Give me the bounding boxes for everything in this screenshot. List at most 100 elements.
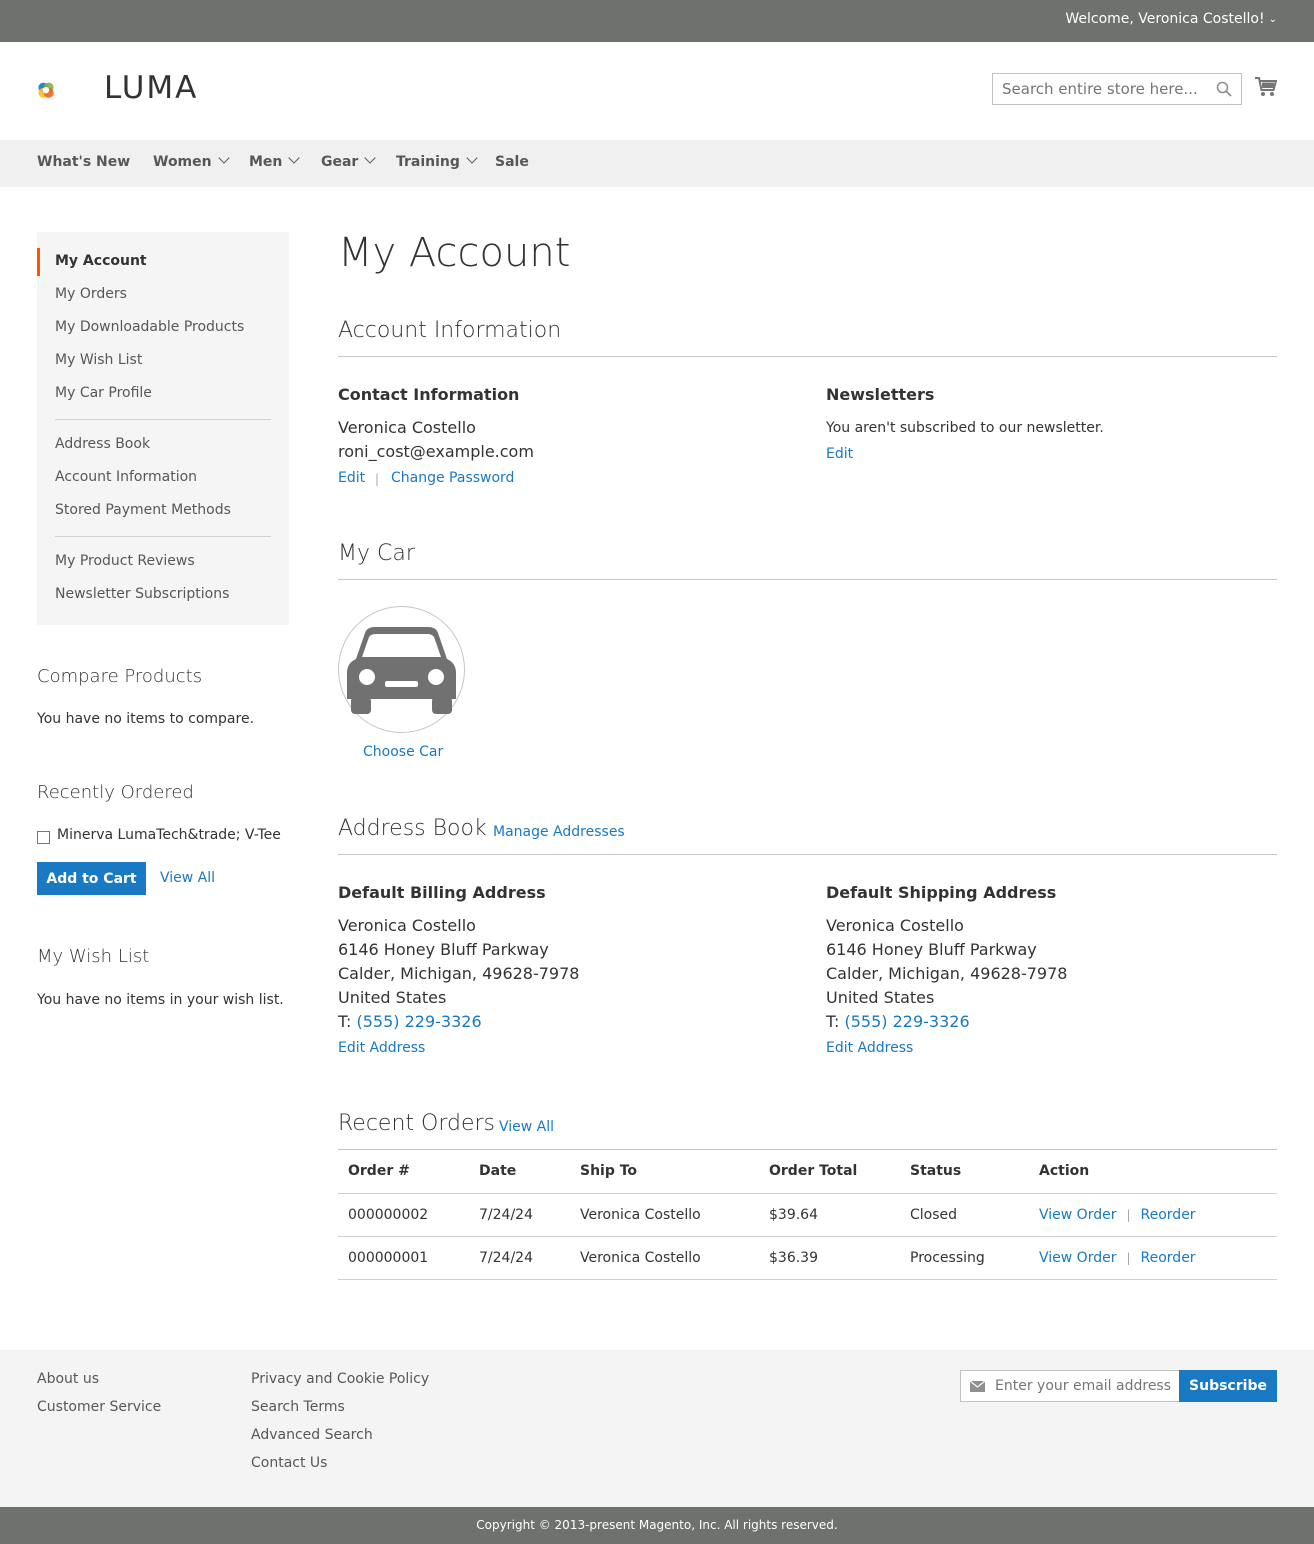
divider [338, 854, 1277, 855]
contact-email: roni_cost@example.com [338, 442, 534, 461]
nav-item-sale[interactable]: Sale [495, 154, 529, 170]
order-status: Processing [900, 1236, 1029, 1280]
column-header: Ship To [570, 1150, 759, 1194]
shipping-name: Veronica Costello [826, 916, 964, 935]
sidebar-item-downloadable-products[interactable]: My Downloadable Products [55, 319, 244, 335]
shipping-phone-link[interactable]: (555) 229-3326 [845, 1012, 970, 1031]
subscribe-button[interactable]: Subscribe [1179, 1370, 1277, 1402]
edit-shipping-address-link[interactable]: Edit Address [826, 1040, 913, 1056]
compare-title: Compare Products [37, 666, 203, 687]
chevron-down-icon [364, 152, 377, 164]
contact-name: Veronica Costello [338, 418, 476, 437]
shipping-country: United States [826, 988, 935, 1007]
newsletter-email-input[interactable] [995, 1371, 1175, 1401]
reorder-link[interactable]: Reorder [1141, 1207, 1196, 1223]
order-ship-to: Veronica Costello [570, 1193, 759, 1237]
welcome-text: Welcome, Veronica Costello! [1065, 11, 1265, 27]
divider [55, 419, 271, 420]
order-date: 7/24/24 [469, 1193, 570, 1237]
chevron-down-icon: ⌄ [1268, 14, 1277, 25]
manage-addresses-link[interactable]: Manage Addresses [493, 824, 625, 840]
footer-link-contact-us[interactable]: Contact Us [251, 1455, 327, 1471]
nav-item-training[interactable]: Training [396, 152, 478, 170]
cart-icon[interactable] [1255, 77, 1277, 97]
main-navigation: What's New Women Men Gear Training Sale [0, 140, 1314, 187]
view-all-orders-link[interactable]: View All [499, 1119, 554, 1135]
newsletters-title: Newsletters [826, 385, 935, 404]
recently-ordered-checkbox[interactable] [37, 831, 50, 844]
my-car-title: My Car [338, 541, 415, 566]
column-header: Date [469, 1150, 570, 1194]
shipping-address-title: Default Shipping Address [826, 883, 1057, 902]
footer-link-customer-service[interactable]: Customer Service [37, 1399, 161, 1415]
billing-name: Veronica Costello [338, 916, 476, 935]
shipping-phone-line: T: (555) 229-3326 [826, 1010, 970, 1034]
chevron-down-icon [466, 152, 478, 164]
change-password-link[interactable]: Change Password [391, 470, 514, 486]
footer-link-privacy-policy[interactable]: Privacy and Cookie Policy [251, 1371, 429, 1387]
billing-address-title: Default Billing Address [338, 883, 546, 902]
choose-car-link[interactable]: Choose Car [363, 744, 443, 760]
nav-item-women[interactable]: Women [153, 152, 230, 170]
order-total: $39.64 [759, 1193, 900, 1237]
car-icon [347, 627, 456, 714]
sidebar-item-newsletter-subscriptions[interactable]: Newsletter Subscriptions [55, 586, 229, 602]
reorder-link[interactable]: Reorder [1141, 1250, 1196, 1266]
link-separator: | [1126, 1207, 1131, 1222]
sidebar-item-my-account[interactable]: My Account [55, 253, 147, 269]
sidebar-item-car-profile[interactable]: My Car Profile [55, 385, 152, 401]
nav-label: Women [153, 154, 212, 170]
footer-link-search-terms[interactable]: Search Terms [251, 1399, 345, 1415]
sidebar-item-address-book[interactable]: Address Book [55, 436, 150, 452]
link-separator: | [1126, 1250, 1131, 1265]
nav-label: Training [396, 154, 460, 170]
contact-information-title: Contact Information [338, 385, 520, 404]
sidebar-item-stored-payment-methods[interactable]: Stored Payment Methods [55, 502, 231, 518]
shipping-city: Calder, Michigan, 49628-7978 [826, 964, 1068, 983]
view-all-recent-link[interactable]: View All [160, 870, 215, 886]
order-ship-to: Veronica Costello [570, 1236, 759, 1280]
active-marker [37, 248, 40, 276]
order-number: 000000002 [338, 1193, 469, 1237]
wishlist-title: My Wish List [37, 946, 150, 967]
nav-item-whats-new[interactable]: What's New [37, 154, 130, 170]
edit-newsletters-link[interactable]: Edit [826, 446, 853, 462]
sidebar-item-product-reviews[interactable]: My Product Reviews [55, 553, 195, 569]
nav-item-gear[interactable]: Gear [321, 152, 377, 170]
nav-label: Gear [321, 154, 359, 170]
table-header-row: Order # Date Ship To Order Total Status … [338, 1150, 1277, 1194]
chevron-down-icon [217, 152, 230, 164]
car-image[interactable] [338, 606, 465, 733]
table-row: 000000001 7/24/24 Veronica Costello $36.… [338, 1236, 1277, 1280]
edit-contact-link[interactable]: Edit [338, 470, 365, 486]
column-header: Order # [338, 1150, 469, 1194]
account-information-title: Account Information [338, 318, 562, 343]
order-number: 000000001 [338, 1236, 469, 1280]
add-to-cart-button[interactable]: Add to Cart [37, 862, 146, 895]
footer-link-about-us[interactable]: About us [37, 1371, 99, 1387]
billing-country: United States [338, 988, 447, 1007]
search-input[interactable] [993, 74, 1203, 104]
divider [55, 536, 271, 537]
chevron-down-icon [288, 152, 301, 164]
sidebar-item-wish-list[interactable]: My Wish List [55, 352, 142, 368]
copyright-bar: Copyright © 2013-present Magento, Inc. A… [0, 1507, 1314, 1544]
luma-logo-icon [38, 82, 54, 98]
view-order-link[interactable]: View Order [1039, 1250, 1116, 1266]
customer-menu[interactable]: Welcome, Veronica Costello! ⌄ [1065, 11, 1277, 27]
recent-orders-title: Recent Orders [338, 1111, 496, 1136]
nav-label: Sale [495, 154, 529, 170]
billing-phone-link[interactable]: (555) 229-3326 [357, 1012, 482, 1031]
nav-item-men[interactable]: Men [249, 152, 301, 170]
sidebar-item-account-information[interactable]: Account Information [55, 469, 197, 485]
nav-label: Men [249, 154, 283, 170]
footer-link-advanced-search[interactable]: Advanced Search [251, 1427, 373, 1443]
edit-billing-address-link[interactable]: Edit Address [338, 1040, 425, 1056]
column-header: Status [900, 1150, 1029, 1194]
top-bar: Welcome, Veronica Costello! ⌄ [0, 0, 1314, 42]
sidebar-item-my-orders[interactable]: My Orders [55, 286, 127, 302]
search-icon[interactable] [1216, 81, 1232, 97]
recently-ordered-item[interactable]: Minerva LumaTech&trade; V-Tee [57, 827, 281, 843]
divider [338, 579, 1277, 580]
view-order-link[interactable]: View Order [1039, 1207, 1116, 1223]
